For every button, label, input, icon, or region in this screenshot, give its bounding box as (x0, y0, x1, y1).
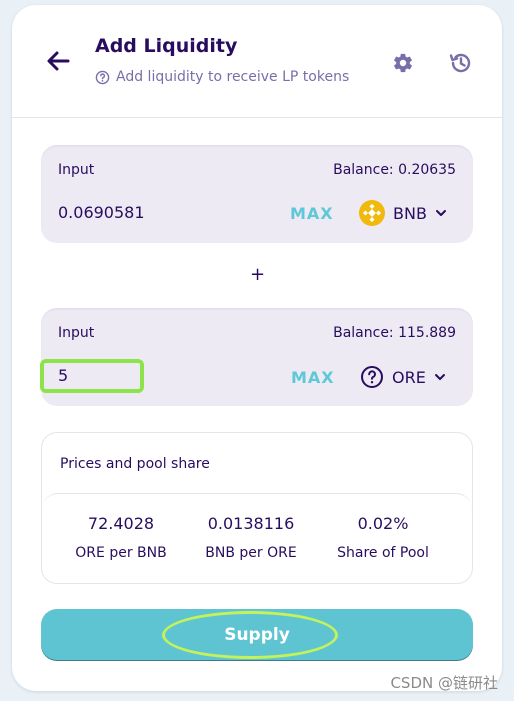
add-liquidity-card: Add Liquidity Add liquidity to receive L… (12, 5, 502, 691)
back-arrow-icon[interactable] (44, 47, 72, 75)
supply-label: Supply (224, 625, 290, 645)
share-of-pool: 0.02% Share of Pool (318, 514, 448, 561)
price-label: ORE per BNB (75, 545, 167, 561)
balance-text: Balance: 0.20635 (333, 162, 456, 178)
subtitle-text: Add liquidity to receive LP tokens (116, 69, 350, 85)
page-subtitle: Add liquidity to receive LP tokens (95, 69, 349, 85)
question-circle-icon (361, 366, 383, 388)
prices-values: 72.4028 ORE per BNB 0.0138116 BNB per OR… (42, 493, 472, 584)
prices-title: Prices and pool share (60, 456, 210, 472)
gear-icon[interactable] (392, 52, 414, 74)
price-bnb-per-ore: 0.0138116 BNB per ORE (186, 514, 316, 561)
token-symbol: BNB (393, 203, 427, 223)
page-title: Add Liquidity (95, 35, 238, 57)
input-highlight-box (40, 359, 144, 393)
balance-text: Balance: 115.889 (333, 325, 456, 341)
token-select-bnb[interactable]: BNB (359, 200, 447, 226)
price-label: Share of Pool (337, 545, 429, 561)
input-label: Input (58, 325, 95, 341)
max-button[interactable]: MAX (290, 204, 334, 223)
token-select-ore[interactable]: ORE (360, 365, 446, 389)
supply-button[interactable]: Supply (41, 609, 473, 661)
currency-input-panel-1: Input Balance: 0.20635 0.0690581 MAX BNB (41, 145, 473, 243)
price-value: 0.02% (357, 514, 409, 533)
amount-input[interactable]: 0.0690581 (58, 203, 145, 222)
price-label: BNB per ORE (205, 545, 297, 561)
price-ore-per-bnb: 72.4028 ORE per BNB (56, 514, 186, 561)
bnb-icon (359, 200, 385, 226)
chevron-down-icon (434, 374, 445, 380)
help-icon[interactable] (95, 70, 110, 85)
price-value: 72.4028 (87, 514, 155, 533)
token-symbol: ORE (392, 367, 426, 387)
card-header: Add Liquidity Add liquidity to receive L… (12, 5, 502, 118)
plus-sign: + (250, 264, 266, 285)
watermark: CSDN @链研社 (390, 674, 498, 692)
max-button[interactable]: MAX (291, 368, 335, 387)
chevron-down-icon (435, 210, 446, 216)
history-icon[interactable] (448, 50, 474, 76)
price-value: 0.0138116 (207, 514, 295, 533)
prices-and-pool-share: Prices and pool share 72.4028 ORE per BN… (41, 432, 473, 584)
input-label: Input (58, 162, 95, 178)
